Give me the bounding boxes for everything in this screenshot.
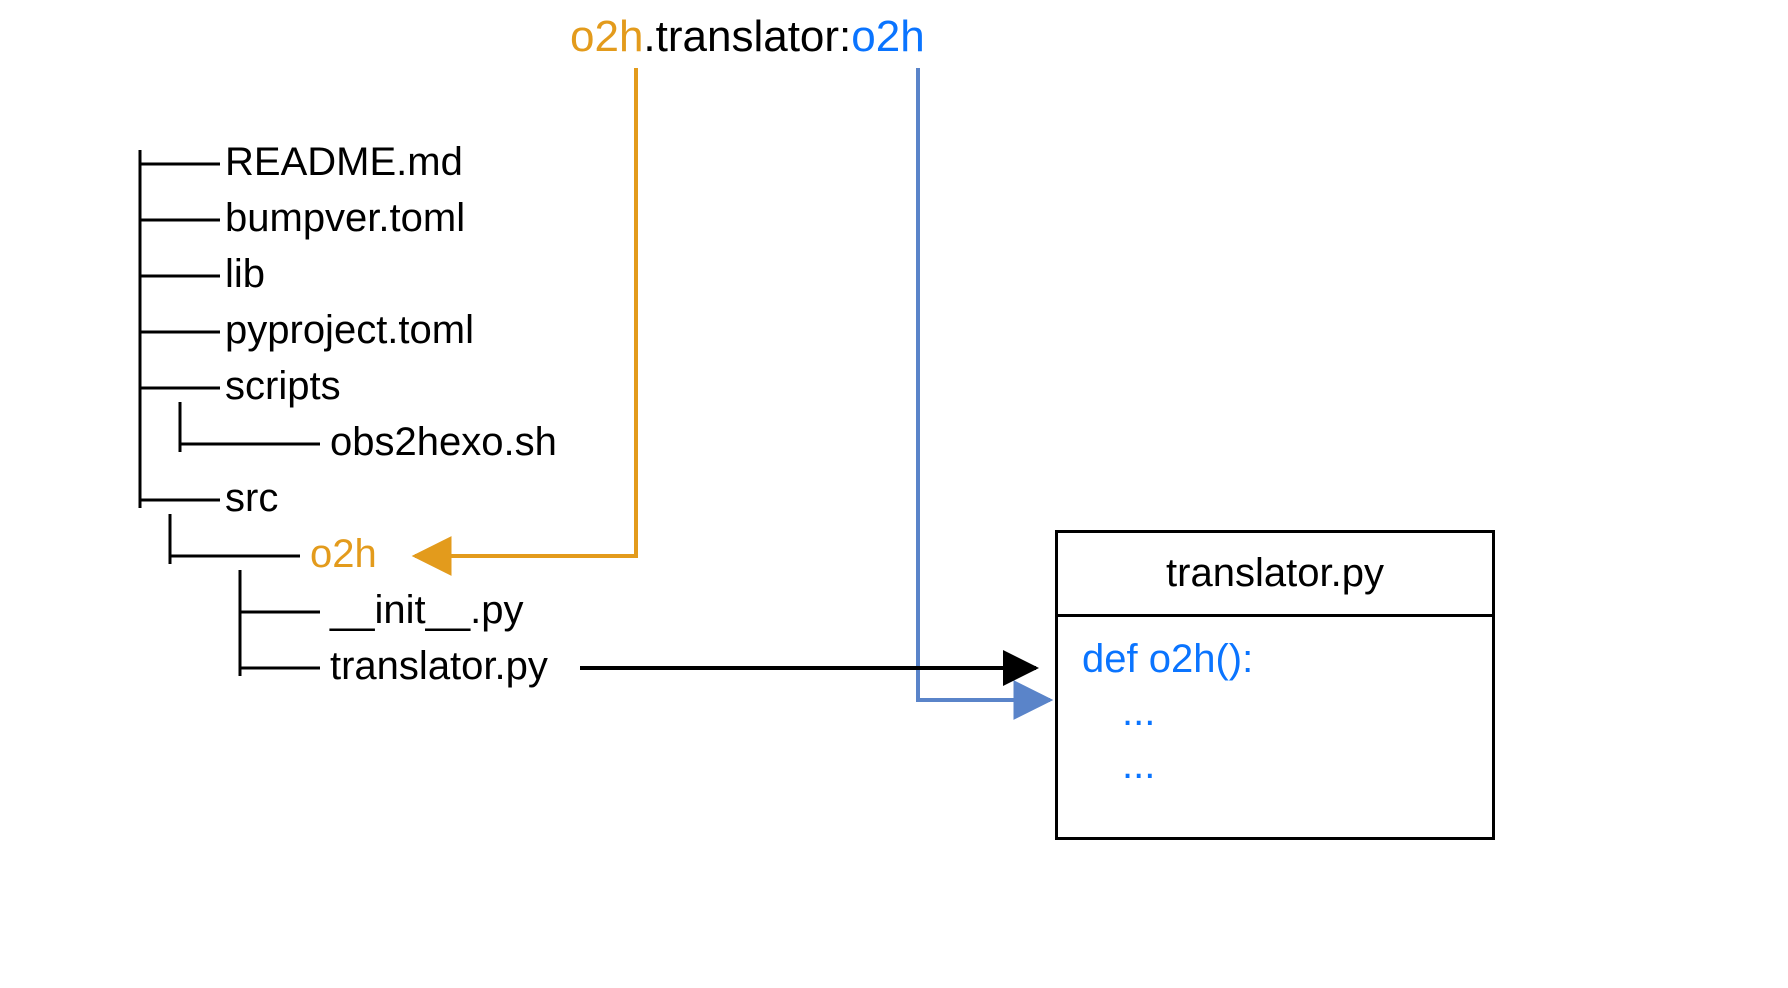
tree-item-init: __init__.py (330, 588, 523, 633)
tree-item-src: src (225, 476, 278, 521)
heading-package: o2h (570, 12, 643, 61)
code-line-ellipsis-1: ... (1082, 690, 1468, 735)
tree-item-obs2hexo: obs2hexo.sh (330, 420, 557, 465)
diagram-canvas: o2h.translator:o2h README.md bumpver.tom… (0, 0, 1788, 988)
heading-middle: .translator: (643, 12, 851, 61)
code-line-def: def o2h(): (1082, 637, 1468, 682)
tree-item-scripts: scripts (225, 364, 341, 409)
tree-item-lib: lib (225, 252, 265, 297)
tree-item-pyproject: pyproject.toml (225, 308, 474, 353)
code-file-body: def o2h(): ... ... (1058, 617, 1492, 837)
code-file-title: translator.py (1058, 533, 1492, 617)
module-path-heading: o2h.translator:o2h (570, 12, 925, 62)
tree-item-translator: translator.py (330, 644, 548, 689)
code-file-box: translator.py def o2h(): ... ... (1055, 530, 1495, 840)
code-line-ellipsis-2: ... (1082, 743, 1468, 788)
heading-function: o2h (851, 12, 924, 61)
tree-item-readme: README.md (225, 140, 463, 185)
tree-item-bumpver: bumpver.toml (225, 196, 465, 241)
tree-item-o2h: o2h (310, 532, 377, 577)
